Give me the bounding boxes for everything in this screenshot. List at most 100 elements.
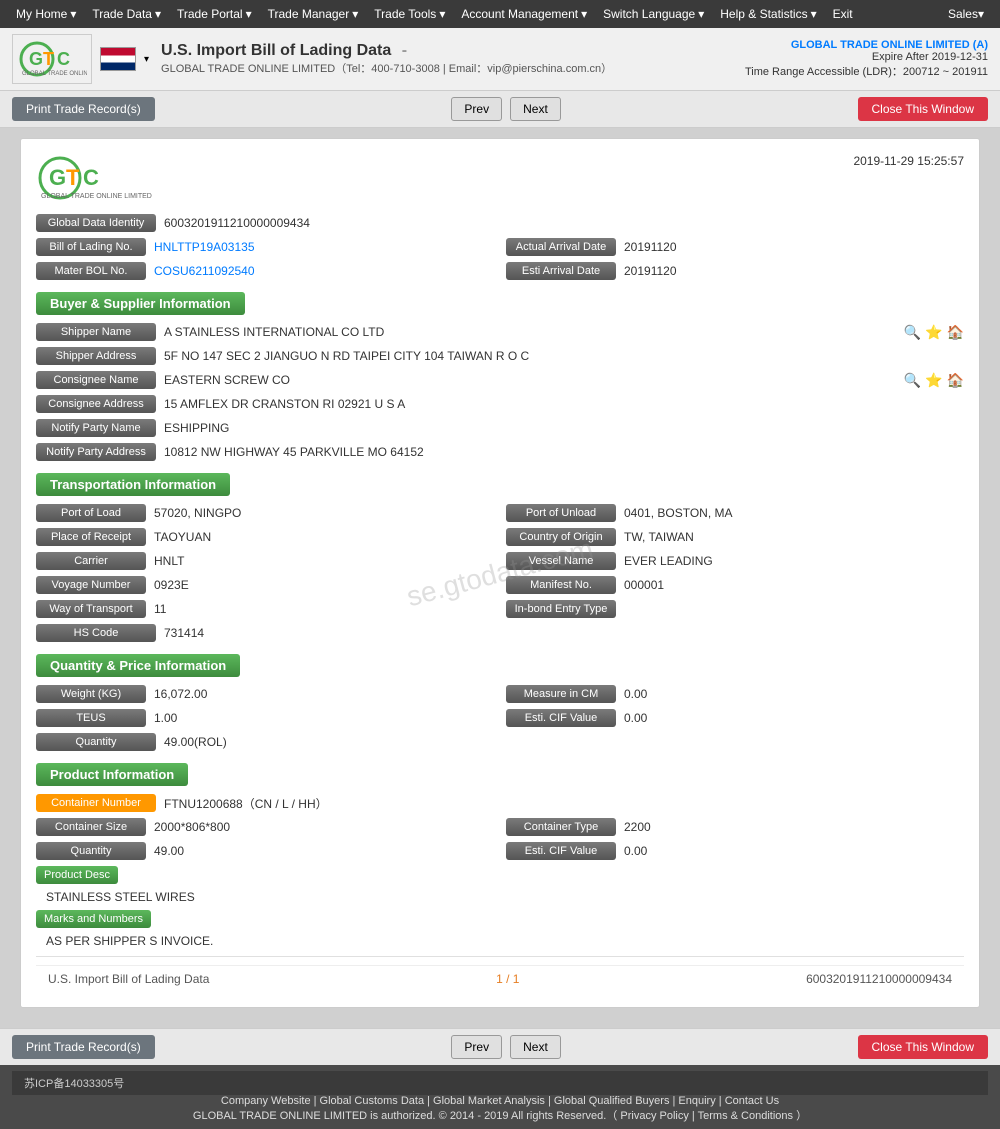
star-icon[interactable]: ⭐ — [925, 324, 942, 341]
prod-cif-label: Esti. CIF Value — [506, 842, 616, 860]
flag-icon — [100, 47, 136, 71]
transport-col: Way of Transport 11 — [36, 600, 494, 618]
consignee-name-value: EASTERN SCREW CO — [164, 373, 896, 387]
hs-code-row: HS Code 731414 — [36, 624, 964, 642]
actual-arrival-value: 20191120 — [624, 240, 964, 254]
port-load-col: Port of Load 57020, NINGPO — [36, 504, 494, 522]
chevron-down-icon: ▾ — [439, 0, 445, 28]
receipt-origin-row: Place of Receipt TAOYUAN Country of Orig… — [36, 528, 964, 546]
search-icon[interactable]: 🔍 — [904, 324, 921, 341]
container-num-label: Container Number — [36, 794, 156, 812]
shipper-address-row: Shipper Address 5F NO 147 SEC 2 JIANGUO … — [36, 347, 964, 365]
page-title: U.S. Import Bill of Lading Data - — [161, 42, 733, 60]
search-icon[interactable]: 🔍 — [904, 372, 921, 389]
nav-sales[interactable]: Sales▾ — [940, 7, 992, 21]
voyage-manifest-row: Voyage Number 0923E Manifest No. 000001 — [36, 576, 964, 594]
voyage-col: Voyage Number 0923E — [36, 576, 494, 594]
product-desc-header-row: Product Desc — [36, 866, 964, 884]
bottom-next-button[interactable]: Next — [510, 1035, 561, 1059]
esti-arrival-value: 20191120 — [624, 264, 964, 278]
card-timestamp: 2019-11-29 15:25:57 — [853, 154, 964, 168]
bottom-print-button[interactable]: Print Trade Record(s) — [12, 1035, 155, 1059]
qp-quantity-value: 49.00(ROL) — [164, 735, 964, 749]
bol-arrival-row: Bill of Lading No. HNLTTP19A03135 Actual… — [36, 238, 964, 256]
svg-text:T: T — [66, 165, 80, 190]
prod-qty-cif-row: Quantity 49.00 Esti. CIF Value 0.00 — [36, 842, 964, 860]
shipper-name-value: A STAINLESS INTERNATIONAL CO LTD — [164, 325, 896, 339]
teus-value: 1.00 — [154, 711, 494, 725]
origin-col: Country of Origin TW, TAIWAN — [506, 528, 964, 546]
prev-button[interactable]: Prev — [451, 97, 502, 121]
carrier-col: Carrier HNLT — [36, 552, 494, 570]
svg-text:GLOBAL TRADE ONLINE LIMITED: GLOBAL TRADE ONLINE LIMITED — [22, 71, 87, 77]
nav-trade-tools[interactable]: Trade Tools ▾ — [366, 0, 453, 28]
shipper-address-value: 5F NO 147 SEC 2 JIANGUO N RD TAIPEI CITY… — [164, 349, 964, 363]
logo-area: G T C GLOBAL TRADE ONLINE LIMITED ▾ — [12, 34, 149, 84]
inbond-label: In-bond Entry Type — [506, 600, 616, 618]
cif-label: Esti. CIF Value — [506, 709, 616, 727]
nav-my-home[interactable]: My Home ▾ — [8, 0, 84, 28]
nav-exit[interactable]: Exit — [825, 0, 861, 28]
origin-value: TW, TAIWAN — [624, 530, 964, 544]
cif-value: 0.00 — [624, 711, 964, 725]
teus-cif-row: TEUS 1.00 Esti. CIF Value 0.00 — [36, 709, 964, 727]
home-icon[interactable]: 🏠 — [947, 372, 964, 389]
notify-address-row: Notify Party Address 10812 NW HIGHWAY 45… — [36, 443, 964, 461]
chevron-down-icon: ▾ — [811, 0, 817, 28]
nav-switch-language[interactable]: Switch Language ▾ — [595, 0, 712, 28]
footer-copyright: GLOBAL TRADE ONLINE LIMITED is authorize… — [12, 1107, 988, 1123]
product-desc-header: Product Desc — [36, 866, 118, 884]
bottom-prev-button[interactable]: Prev — [451, 1035, 502, 1059]
ldr-info: Time Range Accessible (LDR)：200712 ~ 201… — [745, 63, 988, 79]
nav-account-management[interactable]: Account Management ▾ — [453, 0, 595, 28]
icp-info: 苏ICP备14033305号 — [12, 1071, 988, 1095]
port-unload-value: 0401, BOSTON, MA — [624, 506, 964, 520]
bol-no-value: HNLTTP19A03135 — [154, 240, 494, 254]
transport-inbond-row: Way of Transport 11 In-bond Entry Type — [36, 600, 964, 618]
chevron-down-icon: ▾ — [70, 0, 76, 28]
marks-header: Marks and Numbers — [36, 910, 151, 928]
notify-name-label: Notify Party Name — [36, 419, 156, 437]
company-logo: G T C GLOBAL TRADE ONLINE LIMITED — [12, 34, 92, 84]
teus-col: TEUS 1.00 — [36, 709, 494, 727]
next-button[interactable]: Next — [510, 97, 561, 121]
close-button[interactable]: Close This Window — [858, 97, 988, 121]
star-icon[interactable]: ⭐ — [925, 372, 942, 389]
master-bol-row: Mater BOL No. COSU6211092540 Esti Arriva… — [36, 262, 964, 280]
container-type-col: Container Type 2200 — [506, 818, 964, 836]
flag-dropdown-icon[interactable]: ▾ — [144, 54, 149, 65]
shipper-actions: 🔍 ⭐ 🏠 — [904, 324, 964, 341]
vessel-label: Vessel Name — [506, 552, 616, 570]
weight-col: Weight (KG) 16,072.00 — [36, 685, 494, 703]
cif-col: Esti. CIF Value 0.00 — [506, 709, 964, 727]
product-section: Product Information — [36, 763, 964, 786]
nav-trade-portal[interactable]: Trade Portal ▾ — [169, 0, 260, 28]
manifest-label: Manifest No. — [506, 576, 616, 594]
prod-cif-col: Esti. CIF Value 0.00 — [506, 842, 964, 860]
svg-text:C: C — [83, 165, 99, 190]
receipt-label: Place of Receipt — [36, 528, 146, 546]
footer-links: Company Website | Global Customs Data | … — [12, 1095, 988, 1107]
container-num-value: FTNU1200688（CN / L / HH） — [164, 795, 964, 812]
nav-trade-data[interactable]: Trade Data ▾ — [84, 0, 169, 28]
nav-help-statistics[interactable]: Help & Statistics ▾ — [712, 0, 824, 28]
shipper-name-row: Shipper Name A STAINLESS INTERNATIONAL C… — [36, 323, 964, 341]
container-type-label: Container Type — [506, 818, 616, 836]
manifest-value: 000001 — [624, 578, 964, 592]
print-button[interactable]: Print Trade Record(s) — [12, 97, 155, 121]
product-title: Product Information — [36, 763, 188, 786]
origin-label: Country of Origin — [506, 528, 616, 546]
notify-name-value: ESHIPPING — [164, 421, 964, 435]
company-subtitle: GLOBAL TRADE ONLINE LIMITED（Tel：400-710-… — [161, 60, 733, 76]
svg-text:G: G — [29, 49, 43, 69]
marks-header-row: Marks and Numbers — [36, 910, 964, 928]
bottom-close-button[interactable]: Close This Window — [858, 1035, 988, 1059]
voyage-label: Voyage Number — [36, 576, 146, 594]
record-card: se.gtodata.com G T C GLOBAL TRADE ONLINE… — [20, 138, 980, 1008]
top-nav: My Home ▾ Trade Data ▾ Trade Portal ▾ Tr… — [0, 0, 1000, 28]
svg-text:C: C — [57, 49, 70, 69]
measure-value: 0.00 — [624, 687, 964, 701]
notify-address-label: Notify Party Address — [36, 443, 156, 461]
nav-trade-manager[interactable]: Trade Manager ▾ — [260, 0, 367, 28]
home-icon[interactable]: 🏠 — [947, 324, 964, 341]
